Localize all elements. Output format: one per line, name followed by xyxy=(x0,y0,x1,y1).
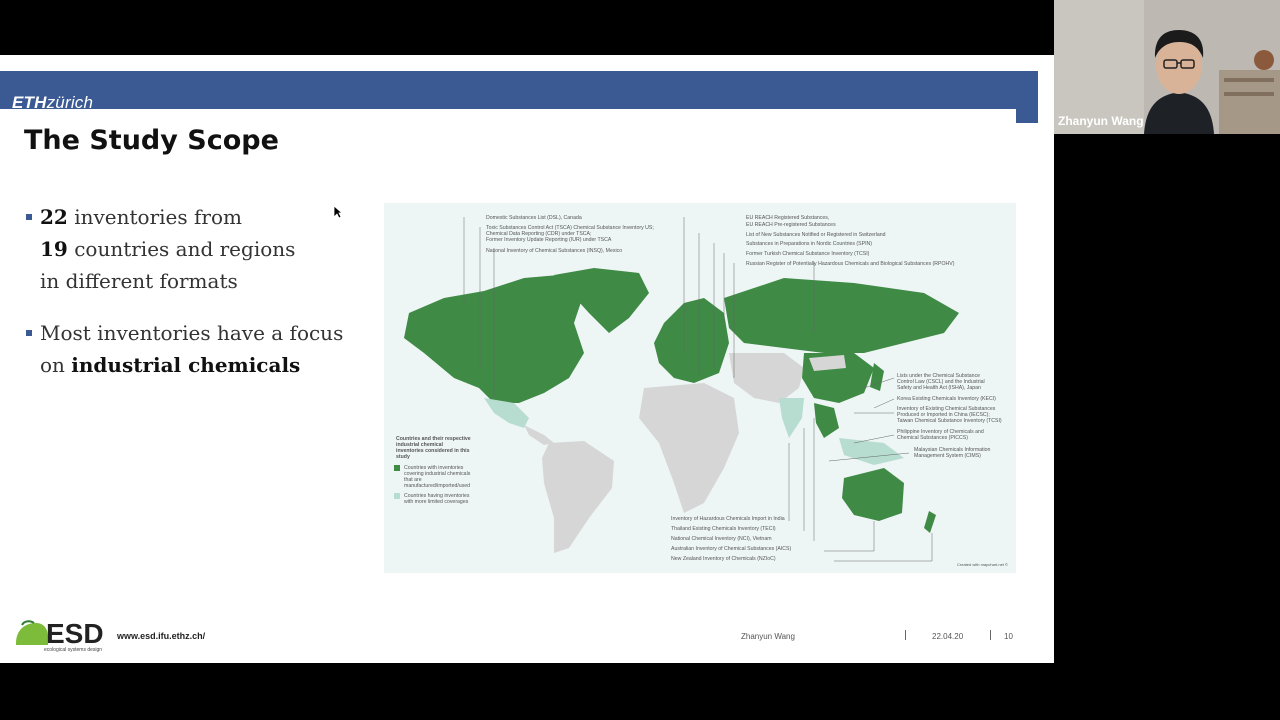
map-label: New Zealand Inventory of Chemicals (NZIo… xyxy=(671,556,776,562)
map-label: National Chemical Inventory (NCI), Vietn… xyxy=(671,536,772,542)
presentation-slide: ETHzürich The Study Scope 22 inventories… xyxy=(0,55,1054,663)
bullet-marker xyxy=(26,330,32,336)
world-map: Domestic Substances List (DSL), Canada T… xyxy=(384,203,1016,573)
bullet-marker xyxy=(26,214,32,220)
map-label: Russian Register of Potentially Hazardou… xyxy=(746,261,955,267)
legend-swatch-full xyxy=(394,465,400,471)
slide-title: The Study Scope xyxy=(24,125,279,156)
mouse-pointer-icon xyxy=(333,205,344,224)
footer-divider xyxy=(990,630,991,640)
footer-date: 22.04.20 xyxy=(932,632,964,641)
map-credit: Created with mapchart.net © xyxy=(957,562,1008,567)
participant-name: Zhanyun Wang xyxy=(1058,114,1144,128)
map-label: Inventory of Hazardous Chemicals Import … xyxy=(671,516,785,522)
footer-url[interactable]: www.esd.ifu.ethz.ch/ xyxy=(117,631,205,641)
header-bar: ETHzürich xyxy=(0,71,1038,112)
map-label: Management System (CIMS) xyxy=(914,453,981,459)
footer-page-number: 10 xyxy=(1004,632,1013,641)
bullet-inventories: 22 inventories from 19 countries and reg… xyxy=(26,201,295,297)
participant-video-tile[interactable]: Zhanyun Wang xyxy=(1054,0,1280,134)
footer-divider xyxy=(905,630,906,640)
slide-footer: ESD ecological systems design www.esd.if… xyxy=(0,617,1054,663)
map-label: Australian Inventory of Chemical Substan… xyxy=(671,546,792,552)
esd-logo-subtitle: ecological systems design xyxy=(44,647,102,653)
map-label: National Inventory of Chemical Substance… xyxy=(486,248,623,254)
map-label: EU REACH Registered Substances, xyxy=(746,215,830,221)
map-label: Korea Existing Chemicals Inventory (KECI… xyxy=(897,396,996,402)
map-label: Safety and Health Act (ISHA), Japan xyxy=(897,385,981,391)
legend-swatch-limited xyxy=(394,493,400,499)
map-label: Thailand Existing Chemicals Inventory (T… xyxy=(671,526,776,532)
esd-logo-text: ESD xyxy=(46,618,104,649)
bullet-focus: Most inventories have a focus on industr… xyxy=(26,317,343,381)
header-bar-accent xyxy=(1016,109,1038,123)
footer-presenter: Zhanyun Wang xyxy=(741,632,795,641)
map-label: Substances in Preparations in Nordic Cou… xyxy=(746,241,872,247)
map-label: Taiwan Chemical Substance Inventory (TCS… xyxy=(897,418,1002,424)
map-label: Former Inventory Update Reporting (IUR) … xyxy=(486,237,612,243)
map-label: Former Turkish Chemical Substance Invent… xyxy=(746,251,870,257)
map-label: List of New Substances Notified or Regis… xyxy=(746,232,886,238)
map-label: EU REACH Pre-registered Substances xyxy=(746,222,836,228)
esd-logo-graphic: ESD ecological systems design xyxy=(16,618,104,653)
map-label: Chemical Substances (PICCS) xyxy=(897,435,968,441)
map-label: Domestic Substances List (DSL), Canada xyxy=(486,215,582,221)
esd-logo: ESD ecological systems design xyxy=(14,617,114,658)
eth-zurich-logo: ETHzürich xyxy=(12,93,94,112)
